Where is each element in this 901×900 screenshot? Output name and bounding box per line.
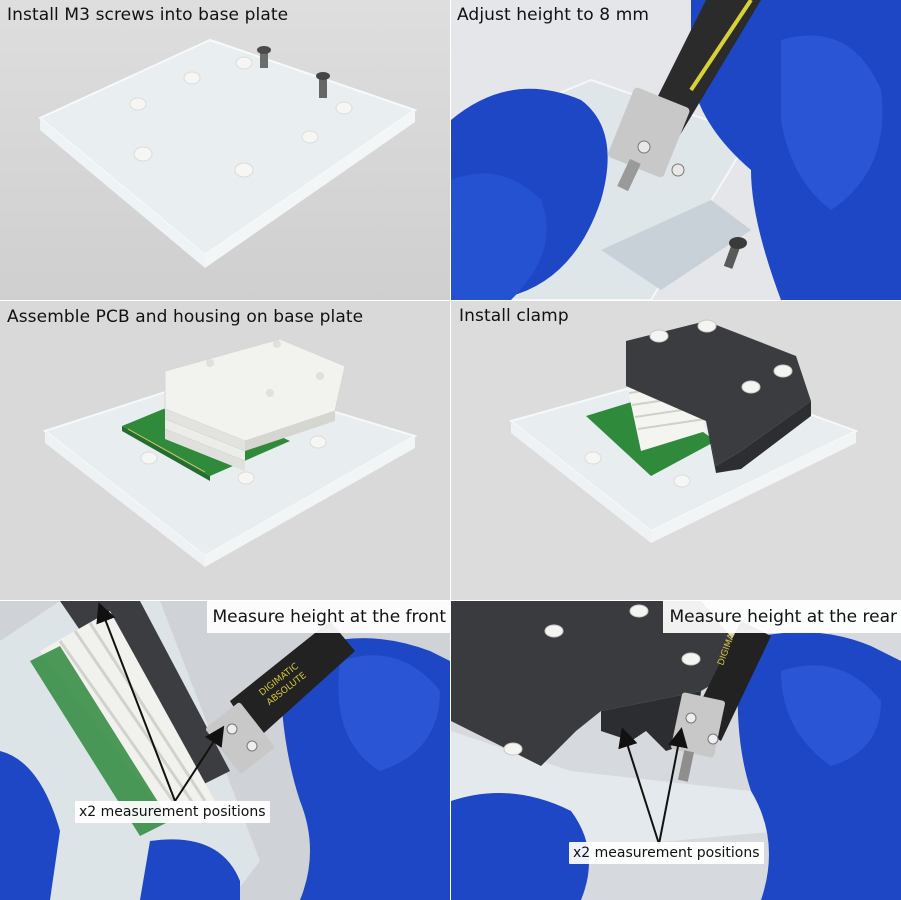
panel-install-clamp: Install clamp — [451, 301, 901, 600]
caption-assemble-pcb: Assemble PCB and housing on base plate — [7, 307, 364, 327]
note-rear-positions: x2 measurement positions — [569, 842, 764, 864]
pcb-housing-photo — [0, 301, 450, 600]
measure-front-photo: DIGIMATIC ABSOLUTE — [0, 601, 450, 900]
note-front-positions: x2 measurement positions — [75, 801, 270, 823]
caption-measure-front: Measure height at the front — [206, 601, 450, 633]
instruction-grid: Install M3 screws into base plate Adjust… — [0, 0, 901, 900]
caption-measure-rear: Measure height at the rear — [663, 601, 901, 633]
panel-install-screws: Install M3 screws into base plate — [0, 0, 450, 300]
base-plate-photo — [0, 0, 450, 300]
panel-measure-front: DIGIMATIC ABSOLUTE Measure height at the… — [0, 601, 450, 900]
adjust-height-photo — [451, 0, 901, 300]
panel-measure-rear: DIGIMATIC Measure height at the rear x2 … — [451, 601, 901, 900]
panel-adjust-height: Adjust height to 8 mm — [451, 0, 901, 300]
caption-install-clamp: Install clamp — [459, 306, 569, 326]
panel-assemble-pcb: Assemble PCB and housing on base plate — [0, 301, 450, 600]
caption-adjust-height: Adjust height to 8 mm — [457, 5, 650, 25]
caption-install-screws: Install M3 screws into base plate — [7, 5, 289, 25]
clamp-photo — [451, 301, 901, 600]
